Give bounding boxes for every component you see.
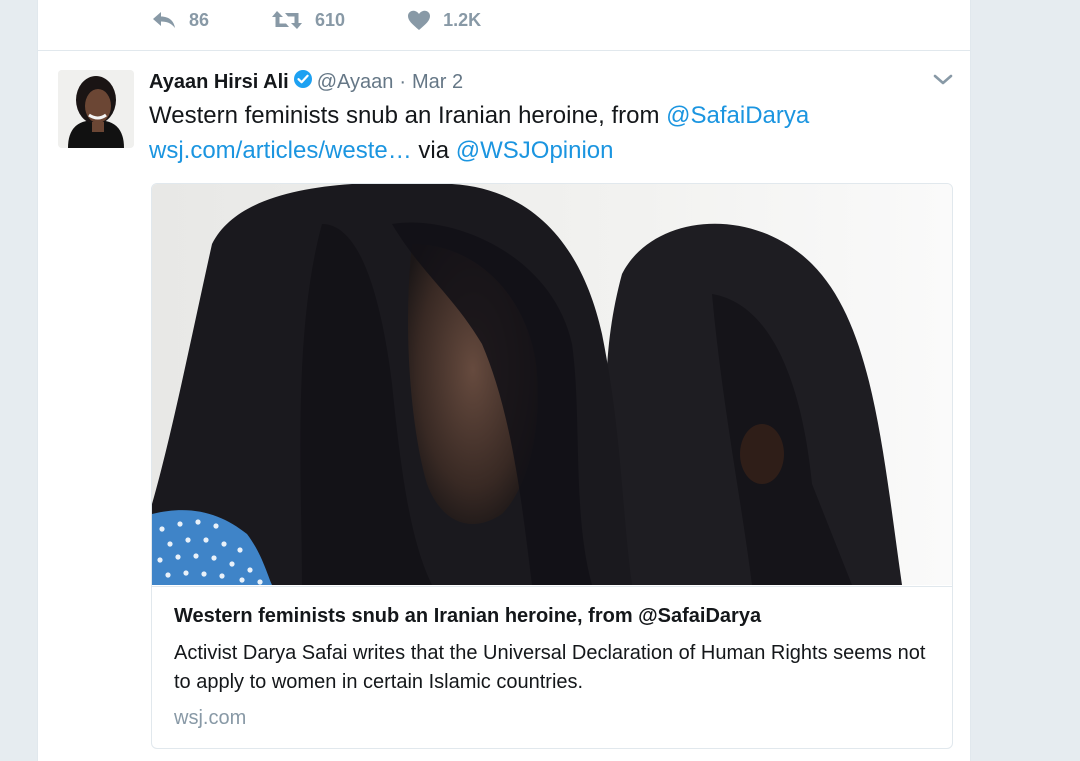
mention-source-link[interactable]: @WSJOpinion xyxy=(456,137,614,164)
link-preview-card[interactable]: Western feminists snub an Iranian heroin… xyxy=(151,183,953,749)
author-name[interactable]: Ayaan Hirsi Ali xyxy=(149,71,289,94)
timeline-page: 86 610 1.2K Ayaan Hirsi Ali @Ayaan · Mar… xyxy=(0,0,1080,761)
article-url-link[interactable]: wsj.com/articles/weste… xyxy=(149,137,412,164)
tweet-timestamp[interactable]: Mar 2 xyxy=(412,71,463,94)
via-text: via xyxy=(411,137,456,164)
timeline-column: 86 610 1.2K Ayaan Hirsi Ali @Ayaan · Mar… xyxy=(37,0,971,761)
tweet-divider xyxy=(38,50,970,51)
author-handle[interactable]: @Ayaan xyxy=(317,71,394,94)
reply-icon xyxy=(153,12,175,28)
card-body: Western feminists snub an Iranian heroin… xyxy=(152,586,952,748)
like-button[interactable]: 1.2K xyxy=(407,10,481,31)
card-title[interactable]: Western feminists snub an Iranian heroin… xyxy=(174,605,761,628)
retweet-icon xyxy=(272,11,303,29)
retweet-count: 610 xyxy=(315,9,346,30)
mention-author-link[interactable]: @SafaiDarya xyxy=(666,102,809,129)
reply-count: 86 xyxy=(189,9,210,30)
card-domain: wsj.com xyxy=(174,707,247,729)
verified-badge-icon xyxy=(293,69,313,95)
tweet-text: Western feminists snub an Iranian heroin… xyxy=(149,98,929,168)
heart-icon xyxy=(408,10,431,30)
author-avatar[interactable] xyxy=(58,70,134,148)
retweet-button[interactable]: 610 xyxy=(271,9,345,31)
tweet-text-main: Western feminists snub an Iranian heroin… xyxy=(149,102,667,129)
header-separator: · xyxy=(399,70,407,93)
more-options-chevron-down-icon[interactable] xyxy=(932,72,954,93)
like-count: 1.2K xyxy=(443,9,482,30)
avatar-photo xyxy=(58,70,134,148)
tweet-header: Ayaan Hirsi Ali @Ayaan · Mar 2 xyxy=(149,67,463,97)
card-image xyxy=(152,184,952,585)
previous-tweet-actions: 86 610 1.2K xyxy=(151,4,543,36)
card-description: Activist Darya Safai writes that the Uni… xyxy=(174,642,926,693)
reply-button[interactable]: 86 xyxy=(151,10,209,31)
